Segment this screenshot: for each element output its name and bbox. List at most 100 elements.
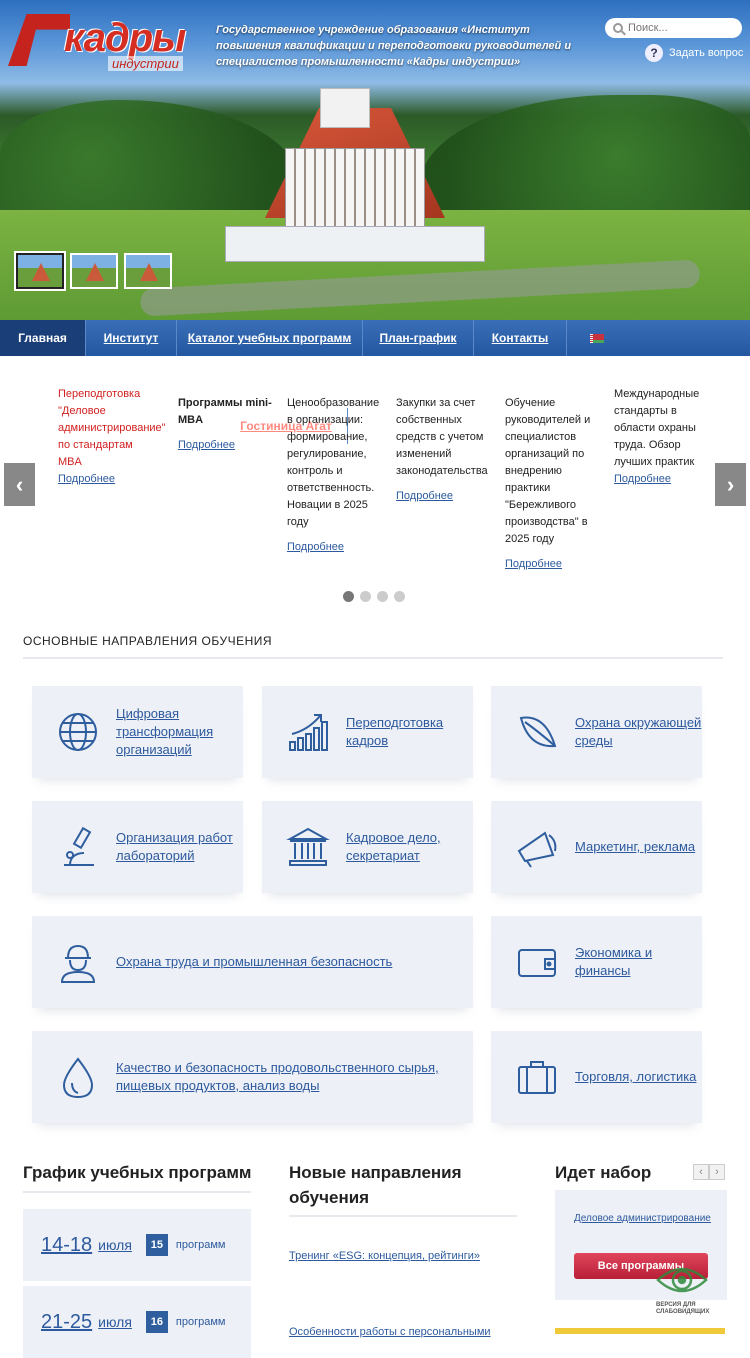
ask-question-link[interactable]: ? Задать вопрос bbox=[645, 44, 743, 62]
carousel-dots bbox=[343, 591, 405, 602]
globe-icon bbox=[59, 713, 97, 751]
leaf-icon bbox=[519, 716, 557, 748]
carousel-more-link[interactable]: Подробнее bbox=[505, 556, 562, 573]
hero-hotel-image bbox=[225, 88, 485, 268]
direction-card-label: Охрана окружающей среды bbox=[575, 715, 702, 748]
carousel-slide-title[interactable]: Международные стандарты в области охраны… bbox=[614, 386, 709, 471]
enrollment-next-box bbox=[555, 1328, 725, 1334]
new-direction-link[interactable]: Тренинг «ESG: концепция, рейтинги» bbox=[289, 1250, 480, 1262]
direction-card[interactable]: Охрана труда и промышленная безопасность bbox=[32, 916, 473, 1008]
direction-card[interactable]: Охрана окружающей среды bbox=[491, 686, 702, 778]
carousel-dot[interactable] bbox=[377, 591, 388, 602]
belarus-flag-icon bbox=[590, 333, 604, 343]
direction-card[interactable]: Качество и безопасность продовольственно… bbox=[32, 1031, 473, 1123]
hotel-wing bbox=[225, 226, 485, 262]
direction-card-label: Торговля, логистика bbox=[575, 1069, 697, 1084]
org-description: Государственное учреждение образования «… bbox=[216, 24, 572, 68]
carousel-slide: Ценообразование в организации: формирова… bbox=[287, 395, 382, 556]
direction-card[interactable]: Торговля, логистика bbox=[491, 1031, 702, 1123]
new-direction-link[interactable]: Особенности работы с персональными bbox=[289, 1326, 491, 1338]
question-icon: ? bbox=[645, 44, 663, 62]
schedule-dates: 21-25 bbox=[41, 1310, 93, 1333]
wallet-icon bbox=[518, 949, 556, 977]
carousel-dot[interactable] bbox=[343, 591, 354, 602]
hotel-tower bbox=[320, 88, 370, 128]
carousel-more-link[interactable]: Подробнее bbox=[178, 437, 235, 454]
direction-card[interactable]: Экономика и финансы bbox=[491, 916, 702, 1008]
section-divider bbox=[289, 1215, 517, 1217]
section-divider bbox=[23, 657, 723, 659]
news-carousel: ‹ › Переподготовка "Деловое администриро… bbox=[0, 356, 750, 616]
megaphone-icon bbox=[517, 831, 557, 868]
schedule-row[interactable]: 14-18 июля 15 программ bbox=[23, 1209, 251, 1281]
carousel-slide-title[interactable]: Переподготовка "Деловое администрировани… bbox=[58, 386, 166, 471]
carousel-slide-title[interactable]: Программы mini-MBA bbox=[178, 395, 273, 429]
carousel-more-link[interactable]: Подробнее bbox=[396, 488, 453, 505]
carousel-slide: Международные стандарты в области охраны… bbox=[614, 386, 709, 488]
direction-card-label: Охрана труда и промышленная безопасность bbox=[116, 954, 393, 969]
search-input[interactable] bbox=[628, 22, 728, 34]
direction-card[interactable]: Кадровое дело, секретариат bbox=[262, 801, 473, 893]
carousel-more-link[interactable]: Подробнее bbox=[58, 471, 115, 488]
direction-card-label: Переподготовка кадров bbox=[346, 715, 444, 748]
hero-thumbnails bbox=[16, 253, 172, 289]
suitcase-icon bbox=[518, 1061, 556, 1094]
direction-card[interactable]: Маркетинг, реклама bbox=[491, 801, 702, 893]
carousel-more-link[interactable]: Подробнее bbox=[287, 539, 344, 556]
nav-item-home[interactable]: Главная bbox=[0, 320, 86, 356]
schedule-dates: 14-18 bbox=[41, 1233, 93, 1256]
carousel-slide-title[interactable]: Обучение руководителей и специалистов ор… bbox=[505, 395, 595, 548]
carousel-prev-button[interactable]: ‹ bbox=[4, 463, 35, 506]
microscope-icon bbox=[64, 826, 94, 866]
carousel-slide-title[interactable]: Закупки за счет собственных средств с уч… bbox=[396, 395, 491, 480]
direction-card[interactable]: Организация работ лабораторий bbox=[32, 801, 243, 893]
direction-card-label: Экономика и финансы bbox=[575, 945, 653, 978]
nav-item-contacts[interactable]: Контакты bbox=[474, 320, 567, 356]
schedule-month: июля bbox=[98, 1314, 132, 1330]
enrollment-title: Идет набор bbox=[555, 1163, 652, 1182]
site-logo[interactable]: кадры индустрии bbox=[8, 14, 210, 71]
schedule-count-badge: 16 bbox=[145, 1311, 168, 1333]
enrollment-next-button[interactable]: › bbox=[709, 1164, 725, 1180]
nav-item-catalog[interactable]: Каталог учебных программ bbox=[177, 320, 363, 356]
direction-card-label: Кадровое дело, секретариат bbox=[346, 830, 441, 863]
carousel-next-button[interactable]: › bbox=[715, 463, 746, 506]
direction-card[interactable]: Цифровая трансформация организаций bbox=[32, 686, 243, 778]
carousel-slide: Программы mini-MBA Подробнее bbox=[178, 395, 273, 454]
schedule-count-label: программ bbox=[175, 1316, 226, 1328]
water-drop-icon bbox=[62, 1057, 94, 1099]
carousel-slide: Закупки за счет собственных средств с уч… bbox=[396, 395, 491, 505]
enrollment-program-link[interactable]: Деловое администрирование bbox=[574, 1210, 711, 1227]
nav-item-institute[interactable]: Институт bbox=[86, 320, 177, 356]
direction-card-label: Маркетинг, реклама bbox=[575, 839, 696, 854]
carousel-slide-title[interactable]: Ценообразование в организации: формирова… bbox=[287, 395, 382, 531]
carousel-dot[interactable] bbox=[394, 591, 405, 602]
ask-question-label: Задать вопрос bbox=[669, 47, 744, 59]
hero-thumbnail[interactable] bbox=[70, 253, 118, 289]
accessibility-version-link[interactable]: ВЕРСИЯ ДЛЯ СЛАБОВИДЯЩИХ bbox=[654, 1262, 734, 1322]
hero-thumbnail[interactable] bbox=[16, 253, 64, 289]
direction-card-label: Организация работ лабораторий bbox=[116, 830, 233, 863]
search-box[interactable] bbox=[605, 18, 742, 38]
carousel-dot[interactable] bbox=[360, 591, 371, 602]
new-directions-title: Новые направления обучения bbox=[289, 1163, 462, 1207]
schedule-title: График учебных программ bbox=[23, 1163, 252, 1182]
main-nav: Главная Институт Каталог учебных програм… bbox=[0, 320, 750, 444]
search-icon bbox=[613, 23, 623, 33]
directions-title: ОСНОВНЫЕ НАПРАВЛЕНИЯ ОБУЧЕНИЯ bbox=[23, 634, 273, 648]
logo-mark bbox=[8, 14, 70, 66]
accessibility-label: ВЕРСИЯ ДЛЯ СЛАБОВИДЯЩИХ bbox=[656, 1302, 710, 1315]
eye-icon bbox=[656, 1267, 708, 1293]
hero-thumbnail[interactable] bbox=[124, 253, 172, 289]
carousel-more-link[interactable]: Подробнее bbox=[614, 471, 671, 488]
direction-card-label: Цифровая трансформация организаций bbox=[116, 706, 214, 757]
schedule-row[interactable]: 21-25 июля 16 программ bbox=[23, 1286, 251, 1358]
worker-helmet-icon bbox=[60, 944, 96, 983]
nav-item-schedule[interactable]: План-график bbox=[363, 320, 474, 356]
section-divider bbox=[23, 1191, 251, 1193]
logo-word: кадры bbox=[64, 16, 186, 60]
enrollment-prev-button[interactable]: ‹ bbox=[693, 1164, 709, 1180]
language-switch[interactable] bbox=[567, 320, 627, 356]
schedule-month: июля bbox=[98, 1237, 132, 1253]
direction-card[interactable]: Переподготовка кадров bbox=[262, 686, 473, 778]
